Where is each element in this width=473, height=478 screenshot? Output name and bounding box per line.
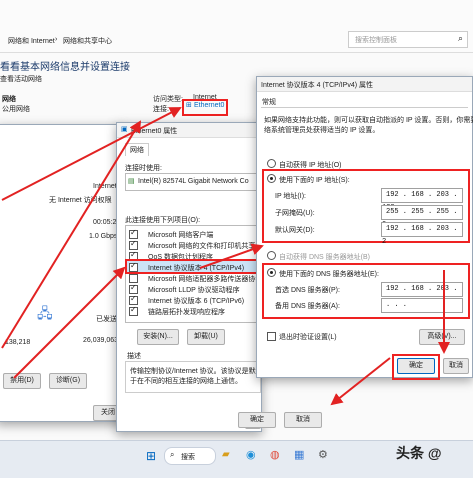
file-explorer-icon[interactable]: ▰ xyxy=(222,449,230,460)
watermark-logo: 头条 @ xyxy=(396,445,442,461)
taskbar-search-icon: ⌕ xyxy=(170,450,175,459)
start-icon[interactable]: ⊞ xyxy=(146,449,156,463)
arrow-to-ipv4 xyxy=(13,266,126,379)
arrow-to-ethernet xyxy=(1,107,182,201)
edge-icon[interactable]: ◉ xyxy=(246,448,256,461)
taskbar: ⊞ ⌕ 搜索 ▰ ◉ ◍ ▦ ⚙ 头条 @ xyxy=(0,440,473,478)
settings-gear-icon[interactable]: ⚙ xyxy=(318,448,328,461)
arrow-to-props xyxy=(1,120,142,349)
taskbar-search[interactable]: ⌕ 搜索 xyxy=(164,447,216,465)
arrow-to-properties-button xyxy=(199,243,264,269)
taskbar-search-label: 搜索 xyxy=(181,454,195,461)
store-icon[interactable]: ▦ xyxy=(294,448,304,461)
arrow-to-props-ok xyxy=(330,357,391,406)
chrome-icon[interactable]: ◍ xyxy=(270,448,280,461)
annotation-arrows xyxy=(1,107,450,406)
